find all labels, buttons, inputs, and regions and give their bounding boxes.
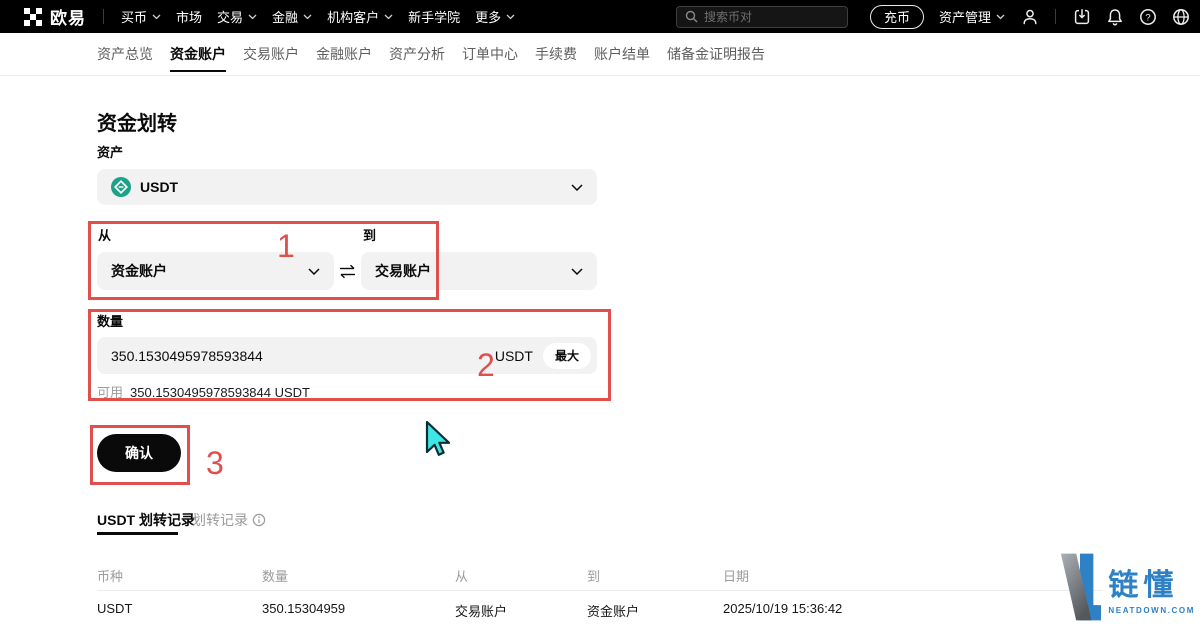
from-select-value: 资金账户 [111,261,167,281]
chevron-down-icon [248,14,257,20]
divider [103,9,104,24]
tab-trading-account[interactable]: 交易账户 [243,33,299,75]
cell-currency: USDT [97,601,262,620]
asset-management-menu[interactable]: 资产管理 [939,7,1005,26]
search-input[interactable] [704,10,824,24]
swap-direction-icon[interactable] [339,264,356,284]
divider [1055,9,1056,24]
svg-text:?: ? [1145,12,1150,23]
annotation-number-3: 3 [206,447,224,479]
watermark-domain: NEATDOWN.COM [1108,606,1195,615]
okx-logo[interactable]: 欧易 [24,4,86,29]
tab-funding-account[interactable]: 资金账户 [170,33,226,75]
menu-item-academy[interactable]: 新手学院 [408,7,460,26]
top-menu: 买币 市场 交易 金融 机构客户 新手学院 更多 [121,7,515,26]
account-tabs-bar: 资产总览 资金账户 交易账户 金融账户 资产分析 订单中心 手续费 账户结单 储… [0,33,1200,76]
cell-to: 资金账户 [587,601,723,620]
col-date: 日期 [723,566,1103,585]
watermark-brand: 链懂 [1108,571,1195,601]
available-value: 350.1530495978593844 USDT [130,385,310,400]
active-tab-underline [170,70,226,73]
watermark-text: 链懂 NEATDOWN.COM [1108,571,1195,622]
amount-input[interactable] [111,348,495,364]
col-amount: 数量 [262,566,455,585]
tab-proof-of-reserves[interactable]: 储备金证明报告 [667,33,765,75]
top-navigation-bar: 欧易 买币 市场 交易 金融 机构客户 新手学院 [0,0,1200,33]
tab-order-center[interactable]: 订单中心 [462,33,518,75]
neatdown-logo-icon [1059,552,1101,622]
tab-all-transfer-records[interactable]: 划转记录 [192,510,266,530]
user-icon[interactable] [1020,7,1039,26]
tab-finance-account[interactable]: 金融账户 [316,33,372,75]
chevron-down-icon [571,184,583,191]
search-icon [685,10,698,23]
tab-account-statement[interactable]: 账户结单 [594,33,650,75]
confirm-button[interactable]: 确认 [97,434,181,472]
to-account-select[interactable]: 交易账户 [361,252,597,290]
language-globe-icon[interactable] [1171,7,1190,26]
asset-select[interactable]: USDT [97,169,597,205]
page-title: 资金划转 [97,107,177,136]
notifications-bell-icon[interactable] [1105,7,1124,26]
table-row: USDT 350.15304959 交易账户 资金账户 2025/10/19 1… [97,601,1103,620]
tab-fees[interactable]: 手续费 [535,33,577,75]
col-currency: 币种 [97,566,262,585]
chevron-down-icon [571,268,583,275]
chevron-down-icon [506,14,515,20]
amount-currency-label: USDT [495,348,533,364]
topbar-icon-group: ? [1020,7,1190,26]
download-app-icon[interactable] [1072,7,1091,26]
menu-item-institutional[interactable]: 机构客户 [327,7,393,26]
cell-from: 交易账户 [455,601,587,620]
col-from: 从 [455,566,587,585]
tab-usdt-transfer-records[interactable]: USDT 划转记录 [97,510,195,530]
chevron-down-icon [152,14,161,20]
max-button[interactable]: 最大 [543,343,591,369]
table-divider [97,590,1103,591]
menu-item-finance[interactable]: 金融 [272,7,312,26]
menu-item-buy-crypto[interactable]: 买币 [121,7,161,26]
from-account-select[interactable]: 资金账户 [97,252,334,290]
deposit-button[interactable]: 充币 [870,5,924,29]
amount-input-wrap: USDT 最大 [97,337,597,374]
chevron-down-icon [384,14,393,20]
available-balance: 可用 350.1530495978593844 USDT [97,382,310,401]
okx-funding-transfer-page: 欧易 买币 市场 交易 金融 机构客户 新手学院 [0,0,1200,624]
available-label: 可用 [97,385,123,400]
cell-amount: 350.15304959 [262,601,455,620]
mouse-cursor-icon [424,420,450,465]
to-label: 到 [363,228,376,244]
cell-date: 2025/10/19 15:36:42 [723,601,1103,620]
amount-label: 数量 [97,314,123,330]
col-to: 到 [587,566,723,585]
search-box[interactable] [676,6,848,28]
menu-item-trade[interactable]: 交易 [217,7,257,26]
to-select-value: 交易账户 [375,261,431,281]
chevron-down-icon [996,14,1005,20]
menu-item-markets[interactable]: 市场 [176,7,202,26]
from-label: 从 [98,228,111,244]
chevron-down-icon [308,268,320,275]
info-icon [252,513,266,527]
brand-name: 欧易 [50,4,86,29]
records-active-tab-underline [97,532,178,535]
menu-item-more[interactable]: 更多 [475,7,515,26]
asset-label: 资产 [97,145,123,161]
chevron-down-icon [303,14,312,20]
neatdown-watermark: 链懂 NEATDOWN.COM [1059,552,1195,622]
tab-asset-analysis[interactable]: 资产分析 [389,33,445,75]
okx-logo-icon [24,8,42,26]
asset-select-value: USDT [140,179,178,195]
help-icon[interactable]: ? [1138,7,1157,26]
records-table-header: 币种 数量 从 到 日期 [97,566,1103,585]
tab-asset-overview[interactable]: 资产总览 [97,33,153,75]
usdt-coin-icon [111,177,131,197]
